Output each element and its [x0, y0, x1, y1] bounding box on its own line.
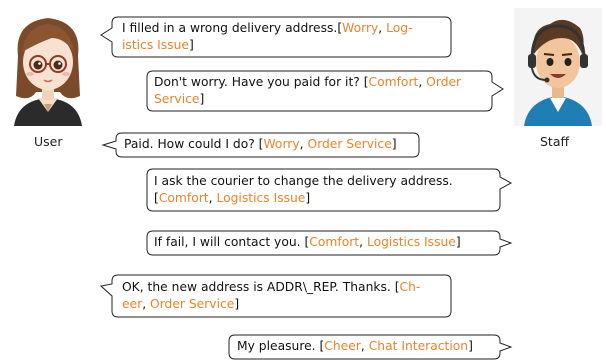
dialogue-turn-7: My pleasure. [Cheer, Chat Interaction] — [228, 334, 513, 360]
dialogue-turn-4: I ask the courier to change the delivery… — [146, 168, 513, 212]
emotion-tag: Comfort — [309, 235, 360, 249]
staff-label: Staff — [540, 134, 570, 149]
user-avatar — [14, 18, 82, 126]
dialogue-turn-2: Don't worry. Have you paid for it? [Comf… — [146, 70, 504, 112]
dialogue-turn-1: I filled in a wrong delivery address.[Wo… — [100, 16, 452, 58]
emotion-tag: Ch- — [399, 280, 421, 294]
topic-tag: Order Service — [150, 296, 235, 311]
user-label: User — [34, 134, 63, 149]
emotion-tag: Cheer — [324, 339, 361, 353]
emotion-tag: Worry — [263, 137, 300, 151]
turn-text: My pleasure. [ — [237, 339, 325, 353]
dialogue-turn-3: Paid. How could I do? [Worry, Order Serv… — [101, 132, 420, 158]
topic-tag-continued: istics Issue — [122, 37, 189, 52]
topic-tag: Logistics Issue — [366, 235, 456, 249]
staff-avatar — [514, 8, 602, 126]
turn-text: Don't worry. Have you paid for it? [ — [154, 75, 369, 89]
turn-text: I ask the courier to change the delivery… — [154, 174, 453, 188]
emotion-tag: Comfort — [368, 75, 419, 89]
turn-text: OK, the new address is ADDR\_REP. Thanks… — [122, 280, 400, 294]
emotion-tag-continued: eer — [122, 296, 143, 311]
turn-text: Paid. How could I do? [ — [124, 137, 264, 151]
dialogue-turn-5: If fail, I will contact you. [Comfort, L… — [146, 230, 513, 256]
turn-text: I filled in a wrong delivery address.[ — [122, 21, 343, 35]
emotion-tag: Comfort — [158, 190, 209, 205]
topic-tag: Chat Interaction — [368, 339, 469, 353]
topic-tag: Order Service — [307, 137, 392, 151]
emotion-tag: Worry — [342, 21, 379, 35]
dialogue-turn-6: OK, the new address is ADDR\_REP. Thanks… — [99, 274, 452, 318]
turn-text: If fail, I will contact you. [ — [154, 235, 310, 249]
topic-tag: Log- — [386, 21, 413, 35]
topic-tag: Logistics Issue — [216, 190, 306, 205]
